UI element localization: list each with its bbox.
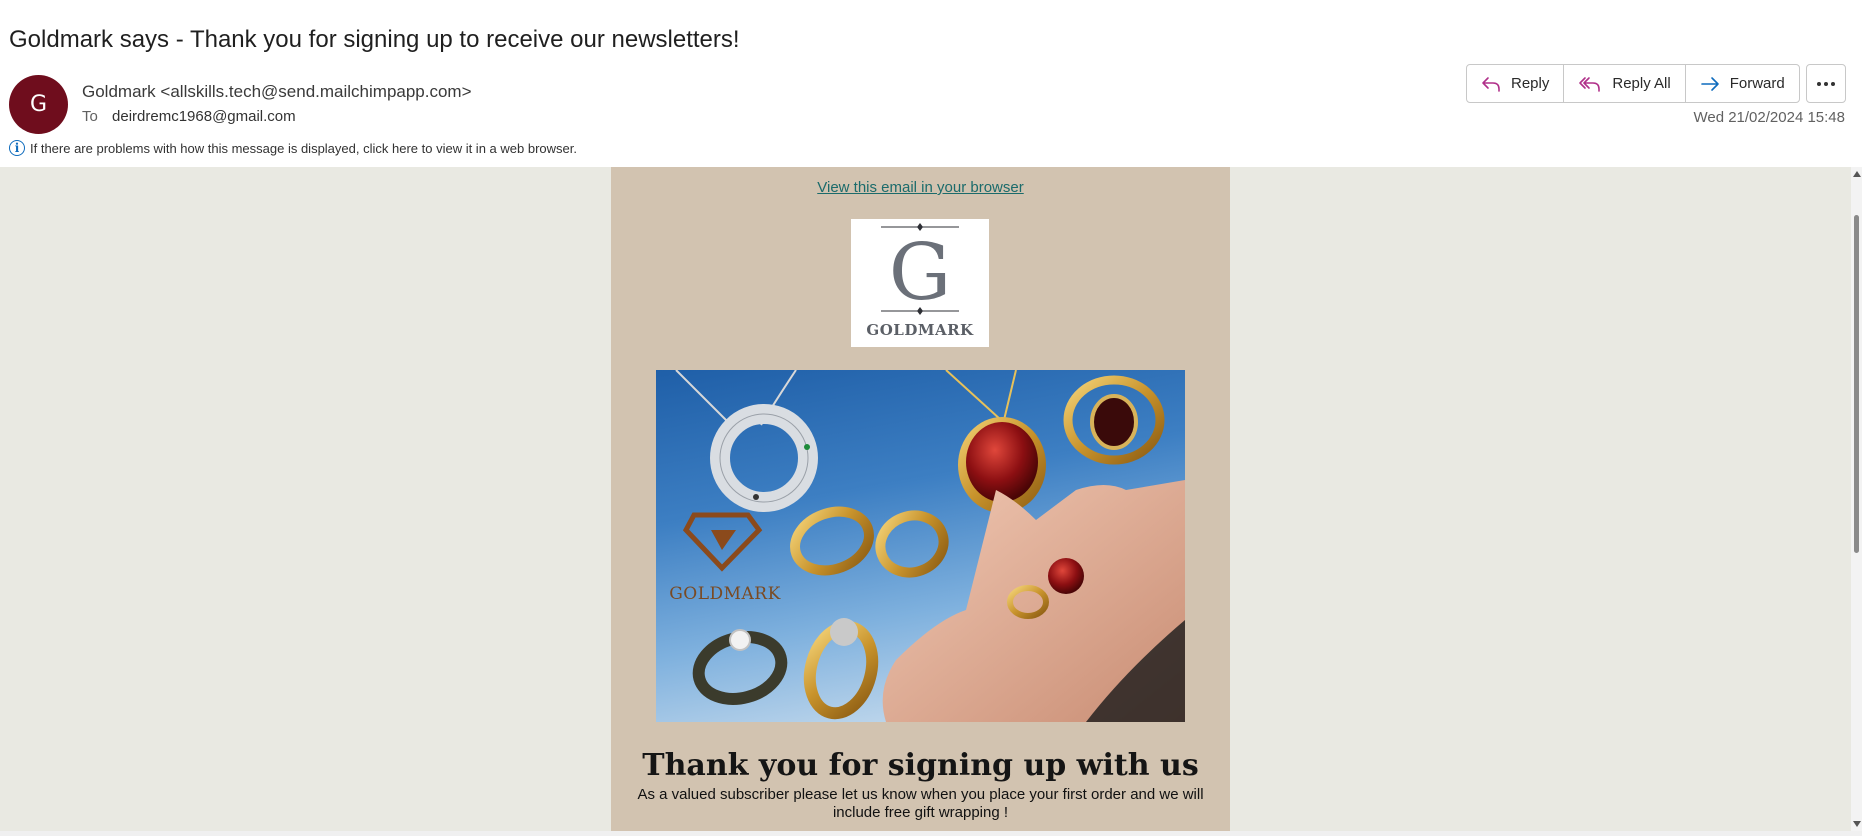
to-label: To (82, 108, 98, 125)
view-in-browser-link[interactable]: View this email in your browser (611, 179, 1230, 196)
subscriber-message: As a valued subscriber please let us kno… (637, 786, 1204, 821)
reply-label: Reply (1511, 75, 1550, 92)
reply-all-label: Reply All (1612, 75, 1671, 92)
jewelry-illustration (675, 370, 1185, 722)
reply-all-icon (1578, 75, 1602, 93)
info-icon: i (9, 140, 25, 156)
horizontal-scroll-track (0, 831, 1862, 836)
recipient-row: To deirdremc1968@gmail.com (82, 108, 296, 125)
vertical-scrollbar[interactable] (1851, 167, 1862, 831)
forward-button[interactable]: Forward (1684, 65, 1799, 102)
logo-g-mark: G (881, 223, 959, 318)
message-body: View this email in your browser G GOLDMA… (0, 167, 1851, 831)
scroll-down-arrow-icon[interactable] (1853, 821, 1861, 827)
forward-label: Forward (1729, 75, 1785, 92)
logo-letter: G (889, 228, 951, 318)
sender-from[interactable]: Goldmark <allskills.tech@send.mailchimpa… (82, 82, 472, 102)
sender-avatar[interactable]: G (9, 75, 68, 134)
infobar-text[interactable]: If there are problems with how this mess… (30, 141, 577, 156)
reply-button[interactable]: Reply (1467, 65, 1563, 102)
reply-icon (1481, 75, 1501, 93)
scroll-thumb[interactable] (1854, 215, 1859, 553)
jewelry-hero-image: GOLDMARK (656, 370, 1185, 722)
recipient-address[interactable]: deirdremc1968@gmail.com (112, 108, 296, 125)
hero-brand-text: GOLDMARK (669, 584, 781, 604)
reply-all-button[interactable]: Reply All (1563, 65, 1684, 102)
scroll-up-arrow-icon[interactable] (1853, 171, 1861, 177)
forward-icon (1700, 75, 1720, 93)
message-date: Wed 21/02/2024 15:48 (1693, 109, 1845, 126)
more-actions-button[interactable] (1806, 64, 1846, 103)
goldmark-logo: G GOLDMARK (851, 219, 989, 347)
email-subject: Goldmark says - Thank you for signing up… (9, 26, 740, 53)
message-actions: Reply Reply All Forward (1466, 64, 1800, 103)
more-horizontal-icon (1817, 81, 1821, 86)
display-problem-infobar[interactable]: i If there are problems with how this me… (9, 140, 577, 156)
logo-wordmark: GOLDMARK (866, 321, 974, 339)
newsletter-email: View this email in your browser G GOLDMA… (611, 167, 1230, 831)
thank-you-heading: Thank you for signing up with us (642, 748, 1199, 783)
